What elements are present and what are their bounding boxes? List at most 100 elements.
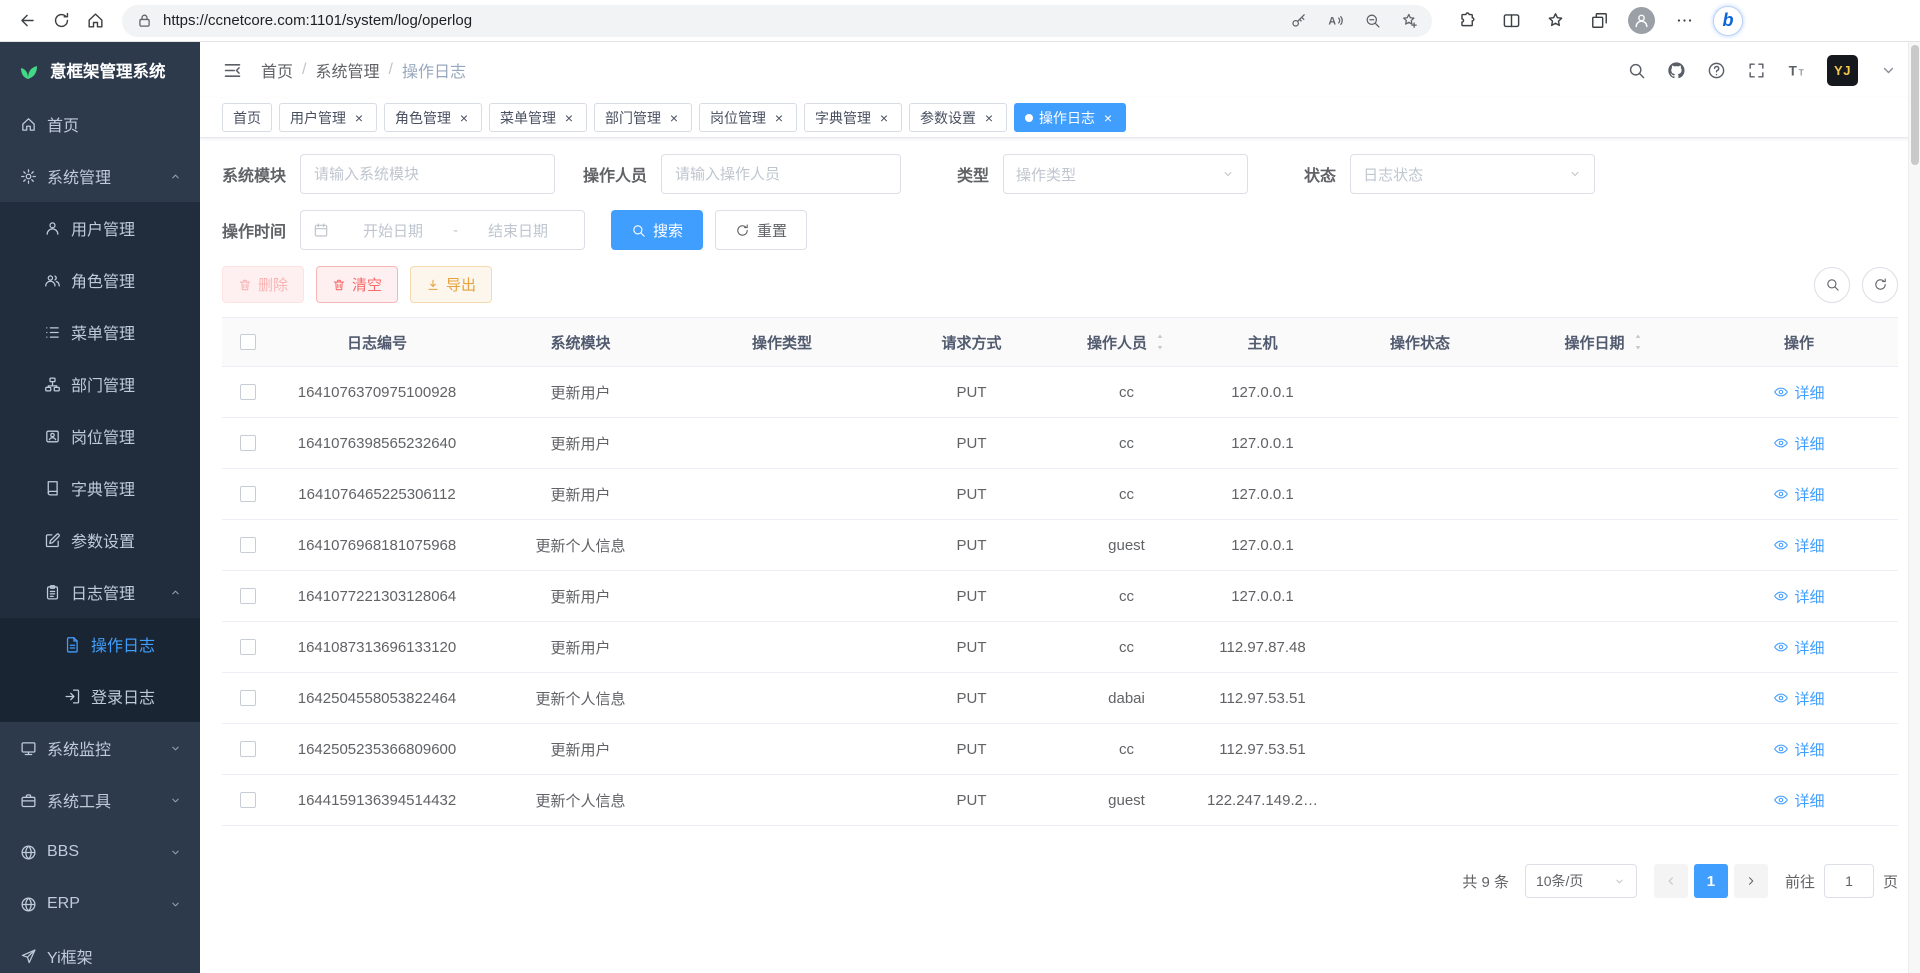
sidebar-item-system-tools[interactable]: 系统工具: [0, 774, 200, 826]
tab-role-management[interactable]: 角色管理×: [384, 103, 482, 132]
module-input[interactable]: [300, 154, 555, 194]
add-favorite-icon[interactable]: [1401, 12, 1418, 29]
scrollbar-thumb[interactable]: [1911, 45, 1919, 165]
browser-refresh-button[interactable]: [44, 4, 78, 38]
site-info-lock-icon[interactable]: [136, 12, 153, 29]
sidebar-item-operation-log[interactable]: 操作日志: [0, 618, 200, 670]
row-checkbox[interactable]: [240, 588, 256, 604]
detail-link[interactable]: 详细: [1773, 433, 1824, 454]
tab-operation-log[interactable]: 操作日志×: [1014, 103, 1126, 132]
sidebar-item-bbs[interactable]: BBS: [0, 826, 200, 878]
export-button[interactable]: 导出: [410, 266, 492, 303]
close-icon[interactable]: ×: [352, 111, 366, 125]
browser-back-button[interactable]: [10, 4, 44, 38]
row-checkbox[interactable]: [240, 486, 256, 502]
url-text[interactable]: https://ccnetcore.com:1101/system/log/op…: [163, 12, 1270, 29]
avatar-caret-icon[interactable]: [1879, 61, 1898, 80]
type-select[interactable]: 操作类型: [1003, 154, 1248, 194]
sidebar-item-home[interactable]: 首页: [0, 98, 200, 150]
collections-button[interactable]: [1584, 6, 1614, 36]
tab-department-management[interactable]: 部门管理×: [594, 103, 692, 132]
row-checkbox[interactable]: [240, 690, 256, 706]
copilot-button[interactable]: b: [1713, 6, 1743, 36]
sidebar-item-post-management[interactable]: 岗位管理: [0, 410, 200, 462]
close-icon[interactable]: ×: [1101, 111, 1115, 125]
sidebar-item-system-monitor[interactable]: 系统监控: [0, 722, 200, 774]
zoom-out-icon[interactable]: [1364, 12, 1381, 29]
detail-link[interactable]: 详细: [1773, 484, 1824, 505]
tab-parameter-settings[interactable]: 参数设置×: [909, 103, 1007, 132]
close-icon[interactable]: ×: [772, 111, 786, 125]
browser-settings-button[interactable]: [1669, 6, 1699, 36]
sort-operator[interactable]: [1154, 333, 1166, 351]
close-icon[interactable]: ×: [457, 111, 471, 125]
delete-button[interactable]: 删除: [222, 266, 304, 303]
row-checkbox[interactable]: [240, 537, 256, 553]
detail-link[interactable]: 详细: [1773, 739, 1824, 760]
clear-button[interactable]: 清空: [316, 266, 398, 303]
sidebar-item-log-management[interactable]: 日志管理: [0, 566, 200, 618]
split-screen-button[interactable]: [1496, 6, 1526, 36]
detail-link[interactable]: 详细: [1773, 637, 1824, 658]
sidebar-item-dictionary-management[interactable]: 字典管理: [0, 462, 200, 514]
sort-date[interactable]: [1632, 333, 1644, 351]
close-icon[interactable]: ×: [562, 111, 576, 125]
read-aloud-icon[interactable]: [1327, 12, 1344, 29]
breadcrumb-item-home[interactable]: 首页: [261, 58, 293, 82]
reset-button[interactable]: 重置: [715, 210, 807, 250]
operator-input[interactable]: [661, 154, 901, 194]
sidebar-item-system-management[interactable]: 系统管理: [0, 150, 200, 202]
status-select[interactable]: 日志状态: [1350, 154, 1595, 194]
refresh-table-button[interactable]: [1862, 267, 1898, 303]
next-page-button[interactable]: [1734, 864, 1768, 898]
sidebar-item-menu-management[interactable]: 菜单管理: [0, 306, 200, 358]
sidebar-item-role-management[interactable]: 角色管理: [0, 254, 200, 306]
github-icon[interactable]: [1667, 61, 1686, 80]
sidebar-item-parameter-settings[interactable]: 参数设置: [0, 514, 200, 566]
date-range-picker[interactable]: 开始日期 - 结束日期: [300, 210, 585, 250]
detail-link[interactable]: 详细: [1773, 688, 1824, 709]
prev-page-button[interactable]: [1654, 864, 1688, 898]
tab-post-management[interactable]: 岗位管理×: [699, 103, 797, 132]
sidebar-item-user-management[interactable]: 用户管理: [0, 202, 200, 254]
browser-home-button[interactable]: [78, 4, 112, 38]
sidebar-item-erp[interactable]: ERP: [0, 878, 200, 930]
toggle-search-button[interactable]: [1814, 267, 1850, 303]
row-checkbox[interactable]: [240, 384, 256, 400]
close-icon[interactable]: ×: [667, 111, 681, 125]
sidebar-item-department-management[interactable]: 部门管理: [0, 358, 200, 410]
select-all-checkbox[interactable]: [240, 334, 256, 350]
tab-user-management[interactable]: 用户管理×: [279, 103, 377, 132]
row-checkbox[interactable]: [240, 792, 256, 808]
sidebar-item-login-log[interactable]: 登录日志: [0, 670, 200, 722]
favorites-button[interactable]: [1540, 6, 1570, 36]
breadcrumb-item-system[interactable]: 系统管理: [315, 58, 379, 82]
goto-page-input[interactable]: [1824, 864, 1874, 898]
password-key-icon[interactable]: [1290, 12, 1307, 29]
address-bar[interactable]: https://ccnetcore.com:1101/system/log/op…: [122, 5, 1432, 37]
detail-link[interactable]: 详细: [1773, 586, 1824, 607]
close-icon[interactable]: ×: [982, 111, 996, 125]
sidebar-item-yi-framework[interactable]: Yi框架: [0, 930, 200, 973]
close-icon[interactable]: ×: [877, 111, 891, 125]
tab-menu-management[interactable]: 菜单管理×: [489, 103, 587, 132]
detail-link[interactable]: 详细: [1773, 790, 1824, 811]
fullscreen-icon[interactable]: [1747, 61, 1766, 80]
row-checkbox[interactable]: [240, 741, 256, 757]
page-size-select[interactable]: 10条/页: [1525, 864, 1637, 898]
search-button[interactable]: 搜索: [611, 210, 703, 250]
menu-fold-icon[interactable]: [222, 60, 243, 81]
detail-link[interactable]: 详细: [1773, 382, 1824, 403]
user-avatar[interactable]: YJ: [1827, 55, 1858, 86]
tab-dictionary-management[interactable]: 字典管理×: [804, 103, 902, 132]
help-icon[interactable]: [1707, 61, 1726, 80]
detail-link[interactable]: 详细: [1773, 535, 1824, 556]
row-checkbox[interactable]: [240, 639, 256, 655]
tab-home[interactable]: 首页: [222, 103, 272, 132]
page-number-button[interactable]: 1: [1694, 864, 1728, 898]
row-checkbox[interactable]: [240, 435, 256, 451]
profile-avatar[interactable]: [1628, 7, 1655, 34]
extensions-button[interactable]: [1452, 6, 1482, 36]
search-icon[interactable]: [1627, 61, 1646, 80]
font-size-icon[interactable]: [1787, 61, 1806, 80]
